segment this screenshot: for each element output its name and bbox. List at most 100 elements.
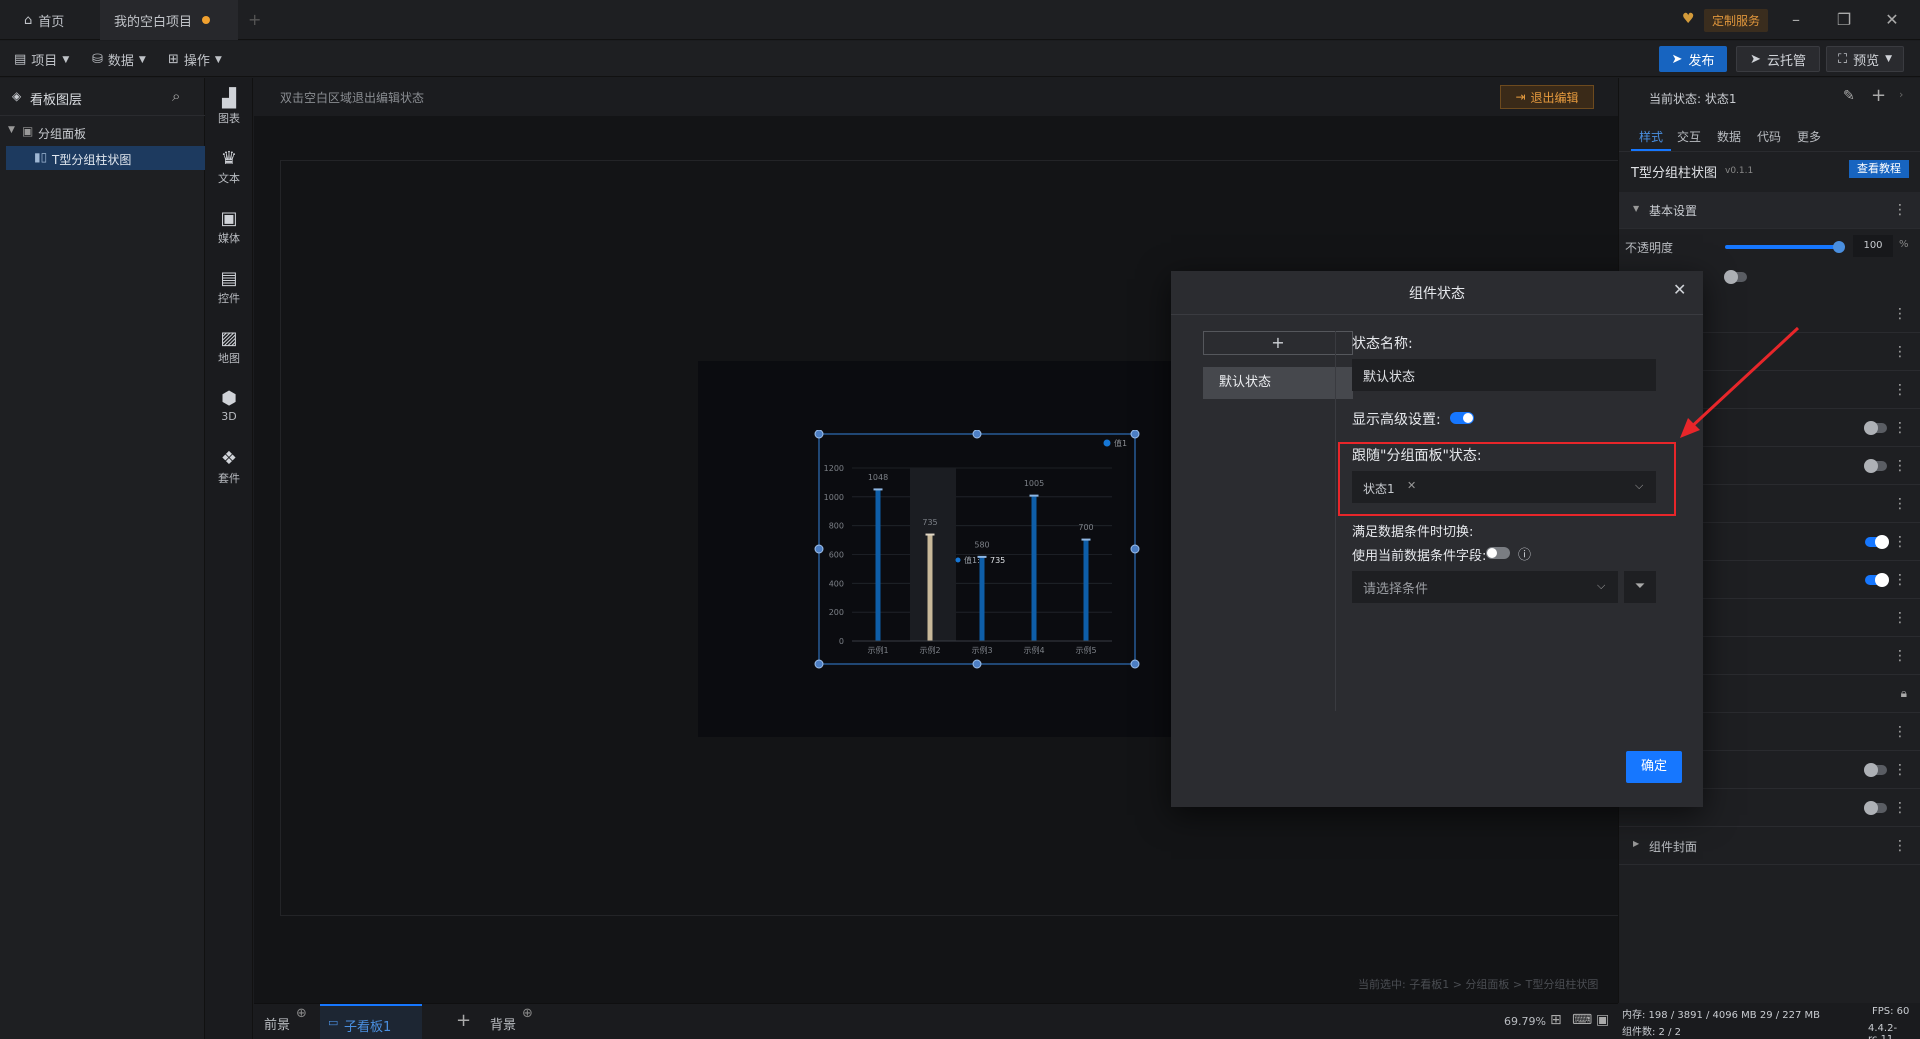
cover-section-header[interactable]: ▶ 组件封面 ⋮ — [1619, 828, 1920, 865]
condition-select[interactable]: 请选择条件 ⌵ — [1352, 571, 1618, 603]
tab-home[interactable]: ⌂ 首页 — [10, 0, 78, 40]
menu-operation[interactable]: ⊞ 操作 ▼ — [168, 50, 222, 69]
add-icon[interactable]: + — [1871, 85, 1886, 106]
chart-x-axis: 示例1 示例2 示例3 示例4 示例5 — [852, 640, 1112, 655]
toggle-switch[interactable] — [1864, 421, 1887, 435]
more-icon[interactable]: ⋮ — [1893, 572, 1907, 588]
minimize-icon[interactable]: – — [1776, 8, 1816, 32]
layer-item-row[interactable]: ▮▯ T型分组柱状图 — [6, 146, 205, 170]
use-field-toggle[interactable] — [1486, 547, 1510, 559]
more-icon[interactable]: ⋮ — [1893, 306, 1907, 322]
add-circle-icon[interactable]: ⊕ — [522, 1006, 533, 1021]
resize-handle[interactable] — [814, 430, 824, 439]
resize-handle[interactable] — [814, 544, 824, 554]
bar-chart[interactable]: 120010008006004002000 10487355801005700 … — [812, 430, 1142, 670]
toggle-switch[interactable] — [1865, 573, 1889, 587]
more-icon[interactable]: ⋮ — [1893, 382, 1907, 398]
custom-service-button[interactable]: 定制服务 — [1704, 9, 1769, 32]
opacity-slider-handle[interactable] — [1833, 241, 1845, 253]
opacity-value: 100 — [1863, 240, 1883, 251]
filter-button[interactable]: ⏷ — [1624, 571, 1656, 603]
edit-icon[interactable]: ✎ — [1843, 88, 1855, 104]
add-board-icon[interactable]: + — [456, 1010, 471, 1031]
exit-edit-button[interactable]: ⇥ 退出编辑 — [1500, 85, 1594, 109]
state-name-input[interactable]: 默认状态 — [1352, 359, 1656, 391]
more-icon[interactable]: ⋮ — [1893, 202, 1907, 218]
more-icon[interactable]: ⋮ — [1893, 344, 1907, 360]
resize-handle[interactable] — [1130, 659, 1140, 669]
tab-more[interactable]: 更多 — [1797, 128, 1821, 145]
chevron-down-icon: ▼ — [214, 54, 222, 65]
more-icon[interactable]: ⋮ — [1893, 800, 1907, 816]
toggle-switch[interactable] — [1864, 459, 1887, 473]
toggle-switch[interactable] — [1865, 535, 1889, 549]
kit-component-button[interactable]: ❖ 套件 — [205, 448, 253, 486]
chevron-right-icon[interactable]: › — [1899, 88, 1903, 101]
media-component-button[interactable]: ▣ 媒体 — [205, 208, 253, 246]
zoom-level[interactable]: 69.79% — [1504, 1015, 1546, 1028]
tab-data[interactable]: 数据 — [1717, 128, 1741, 145]
chart-legend[interactable]: 值1 — [1103, 438, 1128, 448]
x-tick-label: 示例5 — [1075, 645, 1096, 655]
3d-component-button[interactable]: ⬢ 3D — [205, 388, 253, 423]
new-tab-icon[interactable]: + — [248, 10, 261, 29]
opacity-slider[interactable] — [1725, 245, 1839, 249]
lock-icon[interactable]: 🔒︎ — [1901, 686, 1907, 701]
tab-project[interactable]: 我的空白项目 — [100, 0, 238, 40]
more-icon[interactable]: ⋮ — [1893, 724, 1907, 740]
add-circle-icon[interactable]: ⊕ — [296, 1006, 307, 1021]
fit-screen-icon[interactable]: ⊞ — [1550, 1012, 1562, 1028]
foreground-tab[interactable]: 前景 — [264, 1014, 290, 1033]
tab-code[interactable]: 代码 — [1757, 128, 1781, 145]
opacity-input[interactable]: 100 — [1853, 235, 1893, 257]
more-icon[interactable]: ⋮ — [1893, 458, 1907, 474]
search-icon[interactable]: ⌕ — [172, 87, 180, 105]
publish-button[interactable]: ➤ 发布 — [1659, 46, 1727, 72]
text-component-button[interactable]: ♛ 文本 — [205, 148, 253, 186]
tab-style[interactable]: 样式 — [1639, 128, 1663, 145]
more-icon[interactable]: ⋮ — [1893, 496, 1907, 512]
state-name-label: 状态名称: — [1352, 336, 1413, 352]
more-icon[interactable]: ⋮ — [1893, 420, 1907, 436]
resize-handle[interactable] — [972, 659, 982, 669]
restore-icon[interactable]: ❐ — [1824, 8, 1864, 32]
chart-component-button[interactable]: ▟ 图表 — [205, 88, 253, 126]
tutorial-button[interactable]: 查看教程 — [1849, 160, 1909, 178]
basic-settings-header[interactable]: ▼ 基本设置 ⋮ — [1619, 192, 1920, 229]
more-icon[interactable]: ⋮ — [1893, 534, 1907, 550]
more-icon[interactable]: ⋮ — [1893, 610, 1907, 626]
tab-interaction[interactable]: 交互 — [1677, 128, 1701, 145]
close-icon[interactable]: ✕ — [1673, 280, 1686, 299]
sub-board-tab[interactable]: ▭ 子看板1 — [320, 1004, 422, 1039]
control-component-button[interactable]: ▤ 控件 — [205, 268, 253, 306]
keyboard-icon[interactable]: ⌨ — [1572, 1012, 1592, 1028]
toggle-switch[interactable] — [1864, 801, 1887, 815]
preview-button[interactable]: ⛶ 预览 ▼ — [1826, 46, 1904, 72]
more-icon[interactable]: ⋮ — [1893, 838, 1907, 854]
shirt-icon: ❖ — [220, 448, 238, 469]
resize-handle[interactable] — [1130, 544, 1140, 554]
toggle-switch[interactable] — [1864, 763, 1887, 777]
edit-hint-text: 双击空白区域退出编辑状态 — [280, 91, 425, 105]
cloud-hosting-button[interactable]: ➤ 云托管 — [1736, 46, 1820, 72]
help-icon[interactable]: ⓘ — [1518, 544, 1531, 563]
map-component-button[interactable]: ▨ 地图 — [205, 328, 253, 366]
confirm-button[interactable]: 确定 — [1626, 751, 1682, 783]
visibility-toggle[interactable] — [1724, 270, 1747, 284]
resize-handle[interactable] — [814, 659, 824, 669]
close-window-icon[interactable]: ✕ — [1872, 8, 1912, 32]
chevron-down-icon[interactable]: ▼ — [8, 125, 15, 135]
resize-handle[interactable] — [1130, 430, 1140, 439]
resize-handle[interactable] — [972, 430, 982, 439]
more-icon[interactable]: ⋮ — [1893, 762, 1907, 778]
menu-data[interactable]: ⛁ 数据 ▼ — [92, 50, 146, 69]
terminal-icon[interactable]: ▣ — [1596, 1012, 1609, 1028]
background-tab[interactable]: 背景 — [490, 1014, 516, 1033]
add-state-button[interactable]: + — [1203, 331, 1353, 355]
layer-group-row[interactable]: ▼ ▣ 分组面板 — [0, 122, 205, 144]
show-advanced-toggle[interactable] — [1450, 412, 1474, 424]
home-icon: ⌂ — [24, 12, 33, 28]
menu-project[interactable]: ▤ 项目 ▼ — [14, 50, 69, 69]
more-icon[interactable]: ⋮ — [1893, 648, 1907, 664]
default-state-item[interactable]: 默认状态 — [1203, 367, 1353, 399]
